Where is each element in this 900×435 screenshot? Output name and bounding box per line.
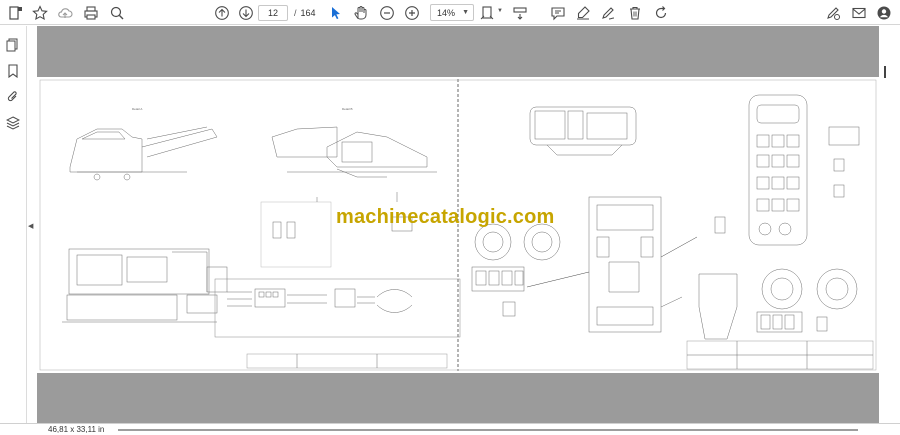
layers-icon[interactable]	[4, 114, 22, 132]
status-bar: 46,81 x 33,11 in	[0, 423, 900, 435]
collapse-left-icon[interactable]: ◀	[28, 222, 36, 232]
fit-page-icon[interactable]	[478, 3, 498, 23]
file-menu-icon[interactable]	[6, 3, 26, 23]
highlight-icon[interactable]	[573, 3, 593, 23]
svg-text:Detail B: Detail B	[342, 107, 353, 111]
document-page: Detail A Detail B machinecatalogic.com	[37, 77, 879, 373]
attachment-icon[interactable]	[4, 88, 22, 106]
star-icon[interactable]	[30, 3, 50, 23]
arrow-up-icon[interactable]	[212, 3, 232, 23]
connector-detail-drawing	[227, 288, 413, 313]
account-icon[interactable]	[874, 3, 894, 23]
pages-icon[interactable]	[4, 36, 22, 54]
scrollbar-thumb[interactable]	[884, 66, 886, 78]
fit-chevron-icon[interactable]: ▼	[497, 8, 503, 14]
comment-icon[interactable]	[548, 3, 568, 23]
cloud-upload-icon[interactable]	[55, 3, 75, 23]
crane-cab-drawing: Detail A	[69, 107, 218, 181]
gauge-drawing-right	[698, 216, 858, 340]
joystick-panel-drawing	[748, 94, 860, 246]
left-sidebar	[0, 26, 27, 423]
page-navigator: 12 / 164	[258, 4, 316, 21]
zoom-in-icon[interactable]	[402, 3, 422, 23]
top-toolbar: 12 / 164 14% ▼ ▼	[0, 0, 900, 25]
hand-icon[interactable]	[351, 3, 371, 23]
zoom-out-icon[interactable]	[377, 3, 397, 23]
arrow-down-icon[interactable]	[236, 3, 256, 23]
scroll-mode-icon[interactable]	[510, 3, 530, 23]
zoom-value: 14%	[437, 7, 456, 18]
gauge-drawing	[471, 223, 561, 317]
page-number-input[interactable]: 12	[258, 4, 288, 21]
zoom-dropdown[interactable]: 14% ▼	[430, 4, 474, 21]
machine-side-drawing: Detail B	[271, 107, 437, 178]
zoom-search-icon[interactable]	[107, 3, 127, 23]
chevron-down-icon: ▼	[462, 9, 469, 16]
rotate-icon[interactable]	[651, 3, 671, 23]
bookmark-icon[interactable]	[4, 62, 22, 80]
print-icon[interactable]	[81, 3, 101, 23]
horizontal-scrollbar[interactable]	[118, 429, 858, 431]
svg-text:Detail A: Detail A	[132, 107, 142, 111]
sign-icon[interactable]	[823, 3, 843, 23]
machine-plan-drawing	[62, 248, 228, 323]
vertical-scrollbar[interactable]	[880, 26, 900, 423]
document-viewer: Detail A Detail B machinecatalogic.com	[37, 26, 879, 423]
control-panel-drawing	[529, 106, 637, 156]
cursor-icon[interactable]	[326, 3, 346, 23]
page-separator: /	[294, 7, 297, 18]
delete-icon[interactable]	[625, 3, 645, 23]
draw-icon[interactable]	[598, 3, 618, 23]
page-dimensions: 46,81 x 33,11 in	[48, 425, 105, 434]
page-total: 164	[300, 7, 316, 18]
watermark-text: machinecatalogic.com	[336, 206, 555, 228]
mail-icon[interactable]	[849, 3, 869, 23]
